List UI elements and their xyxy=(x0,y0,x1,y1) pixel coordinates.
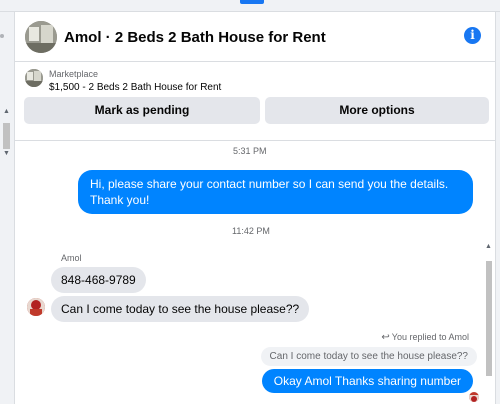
timestamp: 11:42 PM xyxy=(232,226,270,236)
edge-dot xyxy=(0,34,4,38)
message-bubble-incoming[interactable]: Can I come today to see the house please… xyxy=(51,296,310,322)
info-icon[interactable]: i xyxy=(464,27,481,44)
scroll-up-arrow-icon[interactable]: ▲ xyxy=(3,108,10,115)
message-bubble-outgoing[interactable]: Hi, please share your contact number so … xyxy=(78,170,473,214)
timestamp: 5:31 PM xyxy=(233,146,267,156)
chat-scrollbar[interactable]: ▲ xyxy=(485,243,493,391)
message-thread: 5:31 PM Hi, please share your contact nu… xyxy=(15,141,495,404)
top-strip xyxy=(0,0,500,12)
house-photo-icon xyxy=(25,69,43,87)
listing-thumbnail[interactable] xyxy=(25,21,57,53)
conversation-header: Amol · 2 Beds 2 Bath House for Rent i xyxy=(15,12,495,62)
reply-indicator: ↩ You replied to Amol xyxy=(381,332,469,343)
listing-title[interactable]: $1,500 - 2 Beds 2 Bath House for Rent xyxy=(49,82,221,93)
listing-card: Marketplace $1,500 - 2 Beds 2 Bath House… xyxy=(15,62,495,141)
quoted-message[interactable]: Can I come today to see the house please… xyxy=(260,347,477,366)
conversation-panel: Amol · 2 Beds 2 Bath House for Rent i Ma… xyxy=(14,12,496,404)
reply-arrow-icon: ↩ xyxy=(381,332,390,343)
profile-photo-icon xyxy=(27,298,45,316)
message-bubble-incoming[interactable]: 848-468-9789 xyxy=(51,267,146,293)
message-bubble-outgoing[interactable]: Okay Amol Thanks sharing number xyxy=(261,369,473,393)
marketplace-label: Marketplace xyxy=(49,69,99,79)
listing-thumbnail-small[interactable] xyxy=(25,69,43,87)
house-photo-icon xyxy=(25,21,57,53)
more-options-button[interactable]: More options xyxy=(265,97,489,124)
sender-avatar[interactable] xyxy=(27,298,45,316)
left-edge: ▲ ▼ xyxy=(0,12,14,404)
reply-indicator-text: You replied to Amol xyxy=(391,332,469,342)
active-tab-indicator xyxy=(240,0,264,4)
scroll-down-arrow-icon[interactable]: ▼ xyxy=(3,150,10,157)
scrollbar-thumb[interactable] xyxy=(486,261,492,376)
scroll-up-arrow-icon[interactable]: ▲ xyxy=(485,243,492,250)
scrollbar-thumb[interactable] xyxy=(3,123,10,149)
read-receipt-avatar xyxy=(469,392,479,402)
sender-name: Amol xyxy=(61,253,82,263)
mark-as-pending-button[interactable]: Mark as pending xyxy=(24,97,260,124)
profile-photo-icon xyxy=(469,395,479,402)
conversation-title[interactable]: Amol · 2 Beds 2 Bath House for Rent xyxy=(64,29,326,46)
